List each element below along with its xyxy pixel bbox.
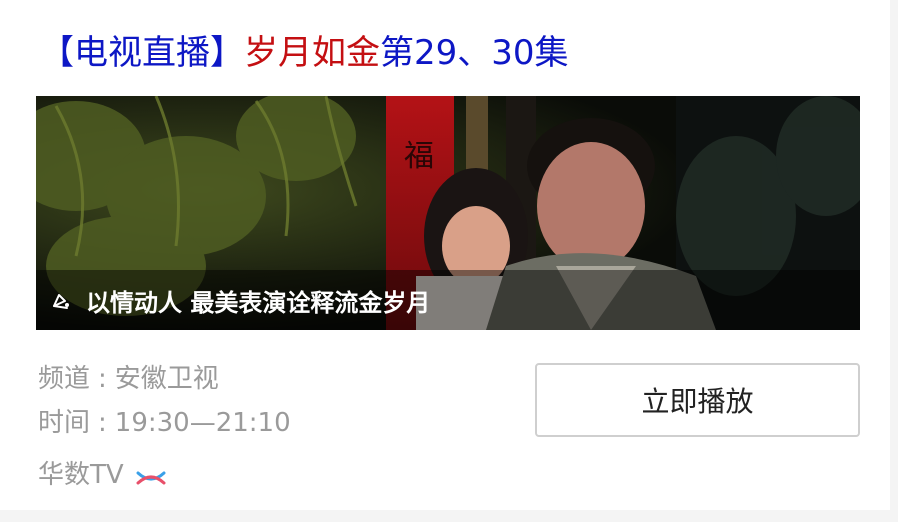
channel-row: 频道: 安徽卫视 — [38, 358, 219, 395]
source-name: 华数TV — [38, 460, 124, 490]
hero-image[interactable]: 福 以情动人 最美表演诠释流金岁月 — [36, 96, 860, 330]
time-value: 19:30—21:10 — [114, 408, 291, 438]
huashu-logo-icon — [136, 464, 166, 484]
title-prefix: 【电视直播】 — [40, 33, 244, 73]
time-separator: : — [98, 408, 107, 438]
channel-separator: : — [98, 364, 107, 394]
title-episodes: 第29、30集 — [380, 33, 569, 73]
hero-caption-bar: 以情动人 最美表演诠释流金岁月 — [36, 270, 860, 330]
time-label: 时间 — [38, 408, 91, 438]
channel-value: 安徽卫视 — [114, 364, 219, 394]
title-show-name: 岁月如金 — [244, 33, 380, 73]
source-row: 华数TV — [38, 454, 166, 491]
channel-label: 频道 — [38, 364, 91, 394]
time-row: 时间:19:30—21:10 — [38, 402, 291, 439]
play-bell-icon — [50, 289, 72, 311]
program-title[interactable]: 【电视直播】岁月如金第29、30集 — [40, 26, 569, 80]
banner-text: 福 — [404, 139, 434, 174]
play-now-button[interactable]: 立即播放 — [535, 363, 860, 437]
hero-caption: 以情动人 最美表演诠释流金岁月 — [86, 288, 431, 317]
tv-live-card: 【电视直播】岁月如金第29、30集 福 以情动人 最美表演诠释流金岁月 频道:… — [0, 0, 890, 510]
